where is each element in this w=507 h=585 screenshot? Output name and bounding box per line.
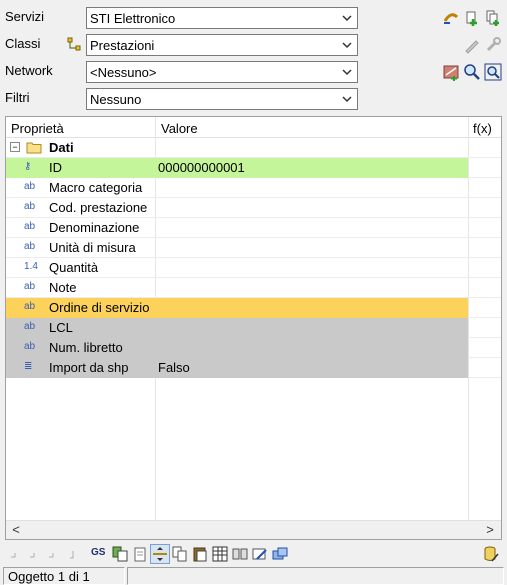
classi-label: Classi (5, 36, 41, 51)
object-counter: Oggetto 1 di 1 (3, 567, 125, 585)
zoom-extent-icon[interactable] (484, 63, 502, 81)
network-value: <Nessuno> (90, 65, 157, 80)
servizi-label: Servizi (5, 9, 45, 24)
nav-last-icon[interactable] (62, 545, 80, 563)
property-name: Quantità (49, 260, 99, 275)
add-multiple-icon[interactable] (484, 9, 502, 27)
paste-icon[interactable] (191, 545, 209, 563)
filtri-label: Filtri (5, 90, 30, 105)
text-type-icon: ab (24, 241, 36, 252)
property-name: Import da shp (49, 360, 129, 375)
property-row[interactable]: ⚷ ID 000000000001 (6, 158, 501, 178)
tool-disabled-icon[interactable] (484, 36, 502, 54)
edit-disabled-icon[interactable] (463, 36, 481, 54)
database-edit-icon[interactable] (482, 545, 500, 563)
text-type-icon: ab (24, 181, 36, 192)
folder-icon (26, 142, 42, 154)
table-icon[interactable] (211, 545, 229, 563)
scroll-left-button[interactable]: < (7, 522, 25, 538)
property-name: Denominazione (49, 220, 140, 235)
servizi-dropdown[interactable]: STI Elettronico (86, 7, 358, 29)
export-icon[interactable] (271, 545, 289, 563)
scroll-right-button[interactable]: > (481, 522, 499, 538)
property-row[interactable]: ab Unità di misura (6, 238, 501, 258)
text-type-icon: ab (24, 301, 36, 312)
map-layer-icon[interactable] (442, 63, 460, 81)
property-value[interactable]: Falso (158, 360, 190, 375)
chevron-down-icon (342, 69, 352, 76)
property-name: Unità di misura (49, 240, 136, 255)
bottom-toolbar: GS (5, 543, 502, 565)
classi-value: Prestazioni (90, 38, 155, 53)
row-highlight (6, 318, 468, 338)
chevron-down-icon (342, 15, 352, 22)
property-name: Num. libretto (49, 340, 123, 355)
status-panel (127, 567, 504, 585)
add-item-icon[interactable] (463, 9, 481, 27)
edit-form-icon[interactable] (251, 545, 269, 563)
refresh-icon[interactable] (442, 9, 460, 27)
key-icon: ⚷ (24, 161, 32, 172)
property-name: Macro categoria (49, 180, 143, 195)
servizi-value: STI Elettronico (90, 11, 176, 26)
align-center-icon[interactable] (150, 544, 170, 564)
property-name: Cod. prestazione (49, 200, 148, 215)
horizontal-scrollbar[interactable]: < > (6, 520, 501, 539)
property-row[interactable]: 1.4 Quantità (6, 258, 501, 278)
columns-icon[interactable] (231, 545, 249, 563)
property-name: ID (49, 160, 62, 175)
property-row[interactable]: ab Note (6, 278, 501, 298)
column-property[interactable]: Proprietà (11, 121, 64, 136)
text-type-icon: ab (24, 281, 36, 292)
property-row[interactable]: ≣ Import da shp Falso (6, 358, 501, 378)
copy-icon[interactable] (171, 545, 189, 563)
property-row[interactable]: ab Macro categoria (6, 178, 501, 198)
grid-header: Proprietà Valore f(x) (6, 117, 501, 138)
nav-prev-icon[interactable] (24, 545, 42, 563)
chevron-down-icon (342, 96, 352, 103)
network-label: Network (5, 63, 53, 78)
text-type-icon: ab (24, 341, 36, 352)
chevron-down-icon (342, 42, 352, 49)
collapse-icon[interactable]: − (10, 142, 20, 152)
zoom-icon[interactable] (463, 63, 481, 81)
gs-button[interactable]: GS (91, 547, 109, 565)
property-row[interactable]: ab Cod. prestazione (6, 198, 501, 218)
classi-dropdown[interactable]: Prestazioni (86, 34, 358, 56)
property-row[interactable]: ab LCL (6, 318, 501, 338)
nav-next-icon[interactable] (43, 545, 61, 563)
group-row-dati[interactable]: − Dati (6, 138, 501, 158)
property-row[interactable]: ab Denominazione (6, 218, 501, 238)
property-row[interactable]: ab Ordine di servizio (6, 298, 501, 318)
text-type-icon: ab (24, 321, 36, 332)
property-value[interactable]: 000000000001 (158, 160, 245, 175)
filtri-dropdown[interactable]: Nessuno (86, 88, 358, 110)
document-icon[interactable] (131, 545, 149, 563)
column-value[interactable]: Valore (161, 121, 198, 136)
property-grid[interactable]: Proprietà Valore f(x) − Dati ⚷ ID 00000000… (5, 116, 502, 540)
number-type-icon: 1.4 (24, 261, 38, 272)
group-label: Dati (49, 140, 74, 155)
column-fx[interactable]: f(x) (473, 121, 492, 136)
status-bar: Oggetto 1 di 1 (0, 567, 507, 585)
copy-values-icon[interactable] (111, 545, 129, 563)
nav-first-icon[interactable] (5, 545, 23, 563)
filtri-value: Nessuno (90, 92, 142, 107)
text-type-icon: ab (24, 201, 36, 212)
network-dropdown[interactable]: <Nessuno> (86, 61, 358, 83)
property-name: Note (49, 280, 77, 295)
property-name: Ordine di servizio (49, 300, 150, 315)
class-hierarchy-icon[interactable] (66, 36, 82, 52)
list-type-icon: ≣ (24, 361, 33, 372)
text-type-icon: ab (24, 221, 36, 232)
property-name: LCL (49, 320, 73, 335)
property-row[interactable]: ab Num. libretto (6, 338, 501, 358)
